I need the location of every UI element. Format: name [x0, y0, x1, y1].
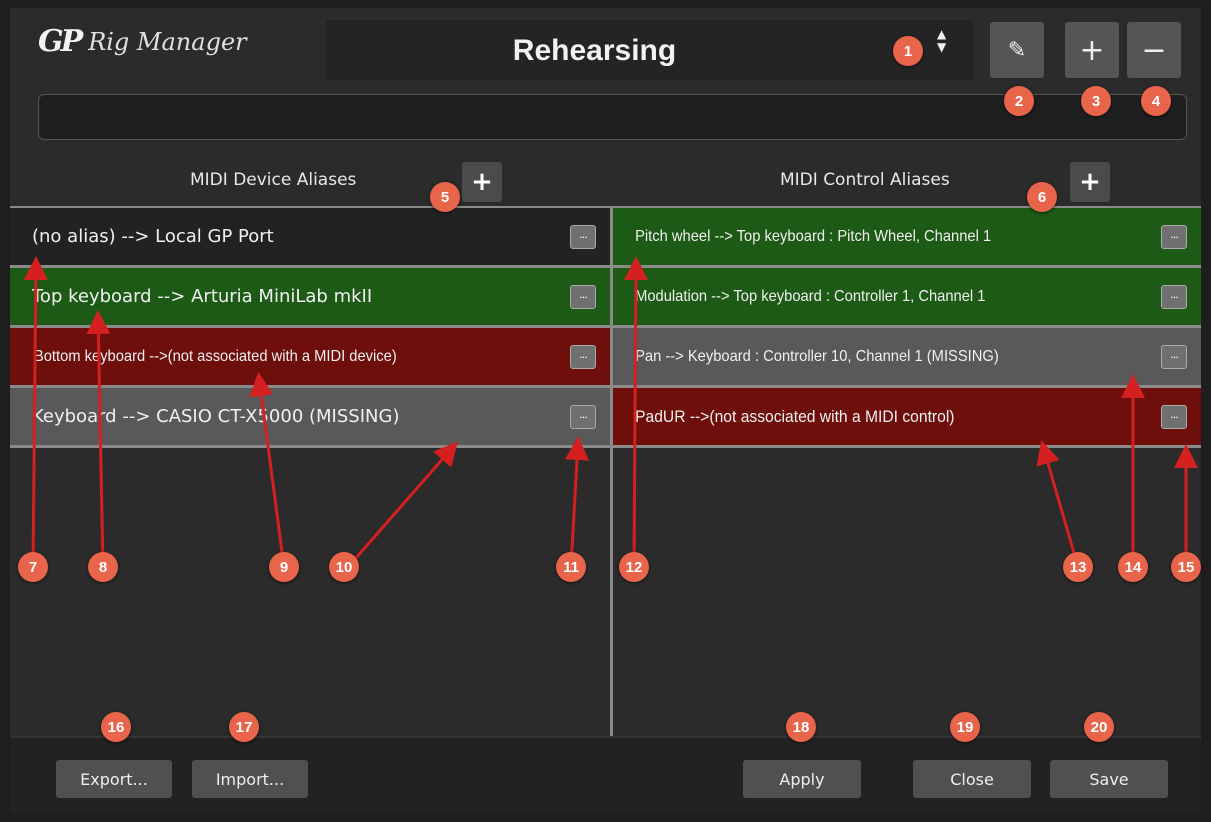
app-title: Rig Manager: [88, 27, 247, 56]
rig-name: Rehearsing: [512, 34, 677, 67]
add-rig-button[interactable]: +: [1065, 22, 1119, 78]
remove-rig-button[interactable]: −: [1127, 22, 1181, 78]
control-aliases-list: Pitch wheel --> Top keyboard : Pitch Whe…: [613, 208, 1201, 738]
export-button[interactable]: Export...: [56, 760, 172, 798]
save-button[interactable]: Save: [1050, 760, 1168, 798]
badge-9: 9: [269, 552, 299, 582]
badge-4: 4: [1141, 86, 1171, 116]
plus-icon: +: [1079, 32, 1105, 68]
rename-rig-button[interactable]: ✎: [990, 22, 1044, 78]
device-aliases-list: (no alias) --> Local GP Port ··· Top key…: [10, 208, 610, 738]
badge-7: 7: [18, 552, 48, 582]
add-device-alias-button[interactable]: +: [462, 162, 502, 202]
device-alias-row[interactable]: Bottom keyboard -->(not associated with …: [10, 328, 610, 388]
badge-20: 20: [1084, 712, 1114, 742]
edit-icon: ✎: [1007, 37, 1027, 63]
badge-13: 13: [1063, 552, 1093, 582]
badge-16: 16: [101, 712, 131, 742]
import-button[interactable]: Import...: [192, 760, 308, 798]
badge-17: 17: [229, 712, 259, 742]
plus-icon: +: [471, 167, 493, 197]
badge-2: 2: [1004, 86, 1034, 116]
badge-3: 3: [1081, 86, 1111, 116]
control-alias-row[interactable]: Pan --> Keyboard : Controller 10, Channe…: [613, 328, 1201, 388]
device-alias-text: (no alias) --> Local GP Port: [32, 226, 274, 247]
badge-19: 19: [950, 712, 980, 742]
rig-down-arrow[interactable]: ▼: [937, 41, 946, 54]
bottom-bar: Export... Import... Apply Close Save: [10, 736, 1201, 814]
more-options-icon[interactable]: ···: [1161, 345, 1187, 369]
minus-icon: −: [1141, 32, 1167, 68]
control-alias-text: Modulation --> Top keyboard : Controller…: [635, 287, 986, 305]
rig-manager-window: GP Rig Manager Rehearsing ▲ ▼ ✎ + − MIDI…: [10, 8, 1201, 814]
badge-14: 14: [1118, 552, 1148, 582]
more-options-icon[interactable]: ···: [1161, 405, 1187, 429]
close-button[interactable]: Close: [913, 760, 1031, 798]
badge-6: 6: [1027, 182, 1057, 212]
badge-12: 12: [619, 552, 649, 582]
add-control-alias-button[interactable]: +: [1070, 162, 1110, 202]
more-options-icon[interactable]: ···: [570, 285, 596, 309]
plus-icon: +: [1079, 167, 1101, 197]
device-alias-row[interactable]: Top keyboard --> Arturia MiniLab mkII ··…: [10, 268, 610, 328]
badge-8: 8: [88, 552, 118, 582]
app-logo: GP Rig Manager: [38, 24, 247, 59]
gp-logo-mark: GP: [38, 24, 83, 59]
badge-18: 18: [786, 712, 816, 742]
device-alias-text: Keyboard --> CASIO CT-X5000 (MISSING): [32, 406, 400, 427]
control-alias-text: Pan --> Keyboard : Controller 10, Channe…: [635, 347, 999, 365]
rig-up-down-icon[interactable]: ▲ ▼: [937, 28, 946, 54]
more-options-icon[interactable]: ···: [570, 345, 596, 369]
control-aliases-title: MIDI Control Aliases: [780, 170, 950, 190]
control-alias-row[interactable]: PadUR -->(not associated with a MIDI con…: [613, 388, 1201, 448]
control-alias-text: PadUR -->(not associated with a MIDI con…: [635, 406, 955, 426]
badge-11: 11: [556, 552, 586, 582]
control-alias-row[interactable]: Pitch wheel --> Top keyboard : Pitch Whe…: [613, 208, 1201, 268]
device-alias-row[interactable]: (no alias) --> Local GP Port ···: [10, 208, 610, 268]
badge-10: 10: [329, 552, 359, 582]
badge-15: 15: [1171, 552, 1201, 582]
control-alias-text: Pitch wheel --> Top keyboard : Pitch Whe…: [635, 227, 992, 245]
device-aliases-title: MIDI Device Aliases: [190, 170, 357, 190]
device-alias-row[interactable]: Keyboard --> CASIO CT-X5000 (MISSING) ··…: [10, 388, 610, 448]
rig-selector[interactable]: Rehearsing: [326, 20, 973, 80]
device-alias-text: Top keyboard --> Arturia MiniLab mkII: [32, 286, 373, 307]
control-alias-row[interactable]: Modulation --> Top keyboard : Controller…: [613, 268, 1201, 328]
more-options-icon[interactable]: ···: [570, 225, 596, 249]
more-options-icon[interactable]: ···: [1161, 225, 1187, 249]
more-options-icon[interactable]: ···: [570, 405, 596, 429]
more-options-icon[interactable]: ···: [1161, 285, 1187, 309]
badge-5: 5: [430, 182, 460, 212]
apply-button[interactable]: Apply: [743, 760, 861, 798]
badge-1: 1: [893, 36, 923, 66]
device-alias-text: Bottom keyboard -->(not associated with …: [33, 347, 397, 365]
